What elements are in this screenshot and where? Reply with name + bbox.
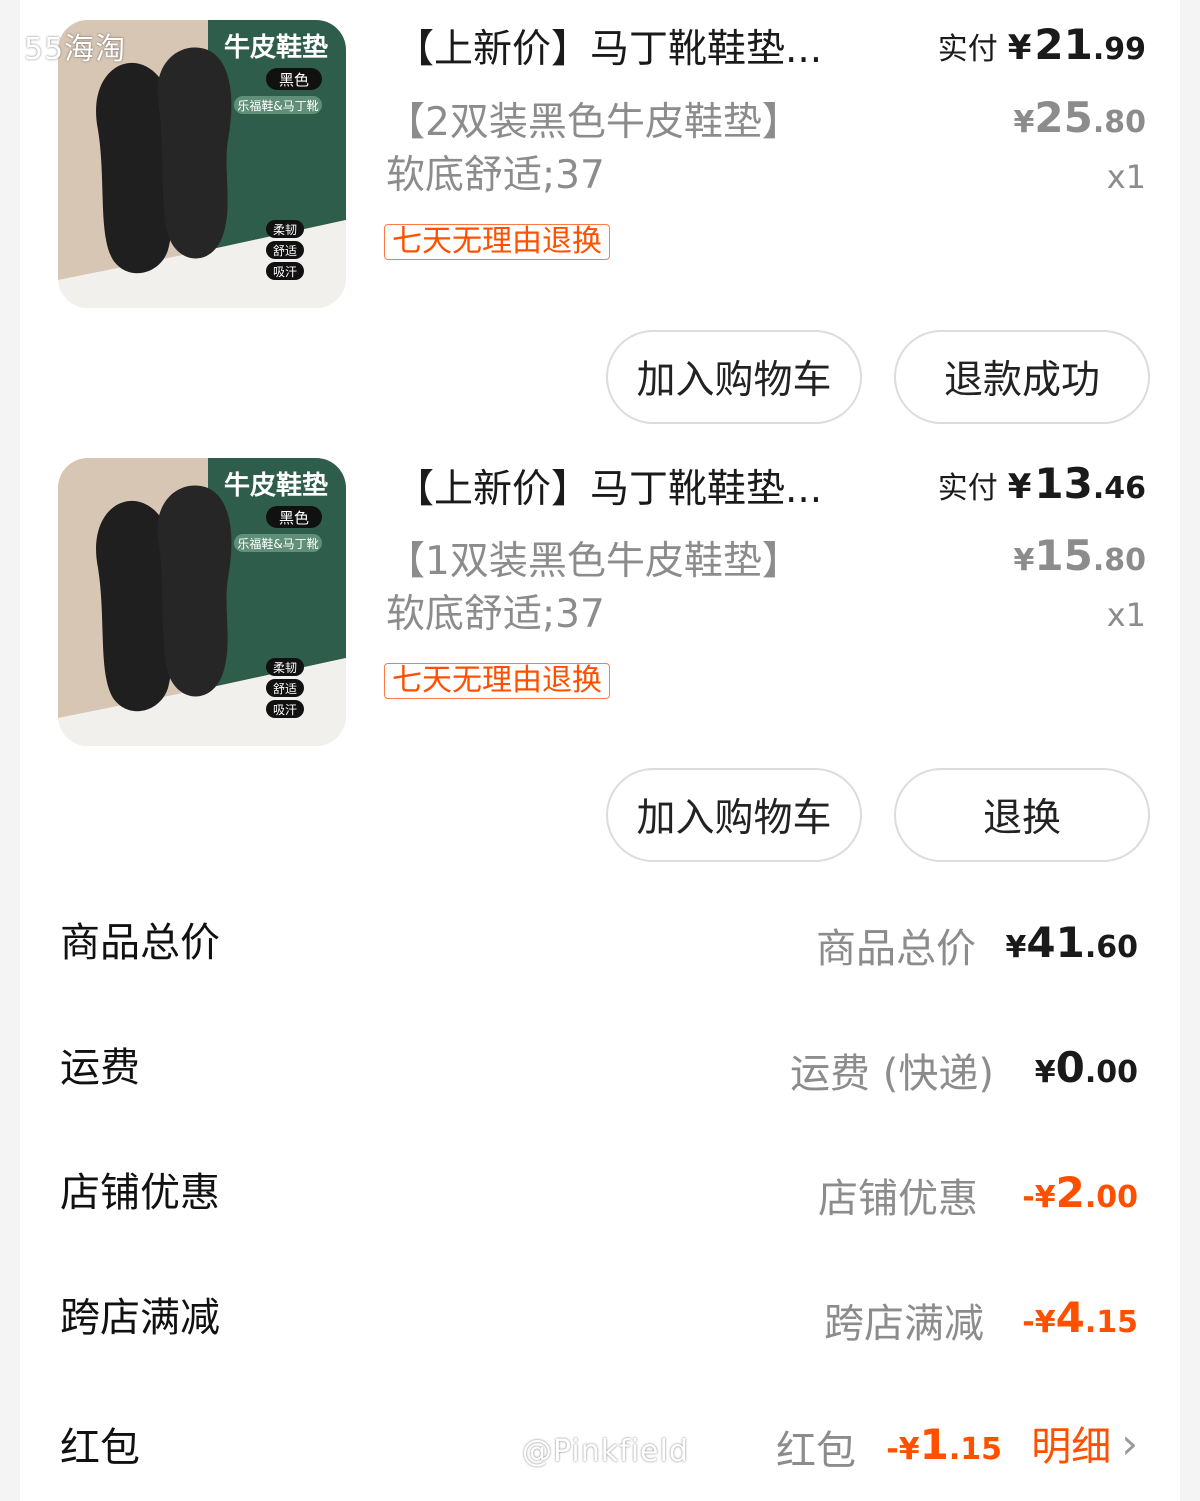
summary-label-red-packet: 红包 [60,1425,140,1471]
summary-amount-store-discount: -¥2.00 [1022,1168,1138,1217]
thumb-subtag: 乐福鞋&马丁靴 [237,98,318,113]
refund-status-button[interactable]: 退款成功 [894,330,1150,424]
amount-int: 2 [1055,1168,1085,1217]
orig-int: 15 [1034,531,1093,580]
summary-amount-cross-store-discount: -¥4.15 [1022,1293,1138,1342]
currency-symbol: ¥ [1013,105,1035,140]
orig-dec: .80 [1092,543,1146,578]
detail-label: 明细 [1031,1424,1112,1470]
amount-dec: .15 [1084,1305,1138,1340]
amount-dec: .15 [948,1432,1002,1467]
currency-symbol: ¥ [1007,467,1032,507]
summary-label-store-discount: 店铺优惠 [60,1170,220,1216]
return-policy-tag: 七天无理由退换 [384,224,610,260]
currency-symbol: ¥ [1034,1180,1056,1215]
product-spec-line-2: 软底舒适;37 [386,592,605,637]
thumb-feature: 柔韧 [273,661,297,675]
thumb-feature: 吸汗 [273,703,297,717]
product-thumbnail[interactable]: 牛皮鞋垫 黑色 乐福鞋&马丁靴 柔韧 舒适 吸汗 [58,458,346,746]
amount-dec: .60 [1084,930,1138,965]
summary-amount-shipping: ¥0.00 [1035,1043,1138,1092]
insole-product-image: 牛皮鞋垫 黑色 乐福鞋&马丁靴 柔韧 舒适 吸汗 [58,458,346,746]
currency-symbol: ¥ [1034,1305,1056,1340]
product-spec-line-1: 【1双装黑色牛皮鞋垫】 [386,539,801,584]
summary-sub-cross-store-discount: 跨店满减 [824,1301,984,1347]
summary-sub-store-discount: 店铺优惠 [818,1176,978,1222]
summary-label-shipping: 运费 [60,1045,140,1091]
thumb-badge: 黑色 [279,509,309,527]
original-price: ¥25.80 [1014,93,1146,142]
summary-label-subtotal: 商品总价 [60,920,220,966]
orig-int: 25 [1034,93,1093,142]
summary-sub-red-packet: 红包 [776,1428,856,1474]
thumb-feature: 舒适 [273,244,297,258]
add-to-cart-button[interactable]: 加入购物车 [606,768,862,862]
return-policy-tag: 七天无理由退换 [384,663,610,699]
paid-price: 实付 ¥21.99 [938,20,1146,69]
thumb-tag: 牛皮鞋垫 [224,33,328,63]
thumb-feature: 舒适 [273,682,297,696]
summary-label-cross-store-discount: 跨店满减 [60,1295,220,1341]
amount-dec: .00 [1084,1055,1138,1090]
product-spec-line-1: 【2双装黑色牛皮鞋垫】 [386,100,801,145]
paid-label: 实付 [937,32,998,67]
currency-symbol: ¥ [1013,543,1035,578]
currency-symbol: ¥ [1007,28,1032,68]
sign: - [1022,1305,1035,1340]
watermark-bottom: @Pinkfield [522,1434,689,1469]
paid-int: 13 [1034,459,1093,508]
watermark-top: 55海淘 [24,32,127,67]
amount-int: 0 [1055,1043,1085,1092]
summary-sub-shipping: 运费 (快递) [790,1051,994,1097]
red-packet-detail-link[interactable]: 明细 › [1031,1414,1138,1472]
paid-price: 实付 ¥13.46 [938,459,1146,508]
quantity: x1 [1106,596,1146,634]
summary-amount-red-packet: -¥1.15 [886,1420,1002,1469]
thumb-tag: 牛皮鞋垫 [224,471,328,501]
product-spec-line-2: 软底舒适;37 [386,153,605,198]
thumb-badge: 黑色 [279,71,309,89]
sign: - [1022,1180,1035,1215]
thumb-feature: 吸汗 [273,265,297,279]
amount-int: 1 [919,1420,949,1469]
paid-dec: .46 [1092,471,1146,506]
currency-symbol: ¥ [898,1432,920,1467]
summary-amount-subtotal: ¥41.60 [1006,918,1138,967]
paid-label: 实付 [937,471,998,506]
product-title[interactable]: 【上新价】马丁靴鞋垫... [395,458,895,514]
product-title[interactable]: 【上新价】马丁靴鞋垫... [395,18,895,74]
currency-symbol: ¥ [1034,1055,1056,1090]
amount-int: 41 [1026,918,1085,967]
paid-dec: .99 [1092,32,1146,67]
summary-sub-subtotal: 商品总价 [816,926,976,972]
return-exchange-button[interactable]: 退换 [894,768,1150,862]
add-to-cart-button[interactable]: 加入购物车 [606,330,862,424]
sign: - [886,1432,899,1467]
amount-int: 4 [1055,1293,1085,1342]
chevron-right-icon: › [1121,1418,1138,1468]
paid-int: 21 [1034,20,1093,69]
thumb-feature: 柔韧 [273,223,297,237]
quantity: x1 [1106,158,1146,196]
thumb-subtag: 乐福鞋&马丁靴 [237,536,318,551]
currency-symbol: ¥ [1005,930,1027,965]
amount-dec: .00 [1084,1180,1138,1215]
orig-dec: .80 [1092,105,1146,140]
original-price: ¥15.80 [1014,531,1146,580]
